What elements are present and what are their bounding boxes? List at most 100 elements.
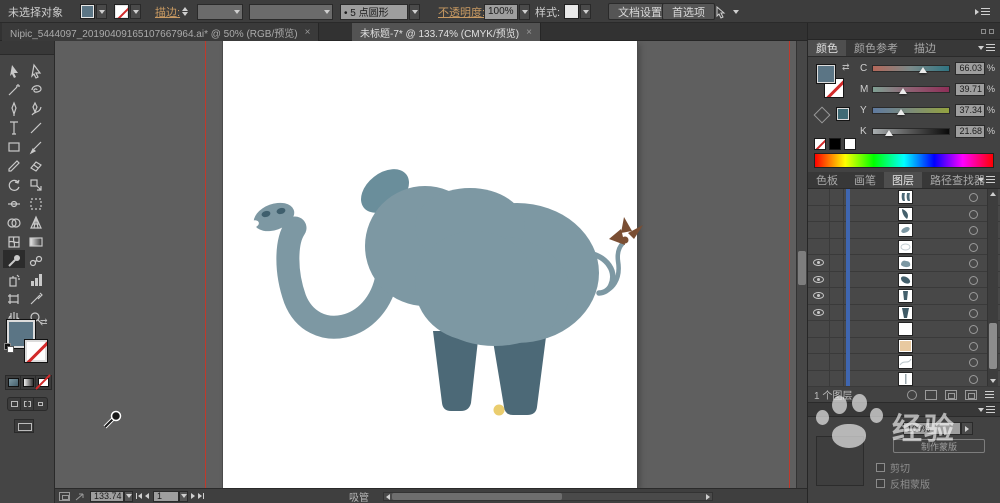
color-spectrum-bar[interactable] — [814, 153, 994, 168]
none-swatch[interactable] — [814, 138, 826, 150]
last-artboard-button[interactable] — [198, 493, 204, 499]
target-icon[interactable] — [969, 358, 978, 367]
visibility-toggle[interactable] — [808, 321, 830, 337]
zoom-level-dropdown[interactable] — [124, 490, 133, 502]
scrollbar-thumb[interactable] — [798, 251, 806, 285]
target-icon[interactable] — [969, 259, 978, 268]
fill-proxy-swatch[interactable] — [816, 64, 836, 84]
bridge-icon[interactable] — [74, 492, 86, 501]
brush-definition-select[interactable]: • 5 点圆形 — [340, 0, 420, 23]
opacity-select[interactable]: 100% — [484, 0, 530, 23]
layer-row[interactable] — [808, 354, 1000, 371]
draw-behind-button[interactable] — [21, 398, 34, 410]
cyan-slider[interactable] — [872, 64, 950, 73]
screen-mode-button[interactable] — [14, 419, 34, 433]
canvas-area[interactable] — [55, 41, 807, 488]
selection-tool[interactable] — [10, 65, 18, 78]
layer-row[interactable] — [808, 321, 1000, 338]
width-tool[interactable] — [8, 200, 20, 208]
vertical-scrollbar[interactable] — [796, 41, 807, 488]
eyedropper-tool[interactable] — [3, 250, 25, 268]
new-layer-icon[interactable] — [965, 389, 977, 400]
scroll-up-icon[interactable] — [990, 192, 996, 196]
out-of-gamut-icon[interactable] — [813, 106, 831, 124]
tab-color-guide[interactable]: 颜色参考 — [846, 40, 906, 56]
invert-mask-checkbox[interactable]: 反相蒙版 — [876, 476, 930, 491]
dock-header[interactable] — [808, 23, 1000, 40]
make-mask-icon[interactable] — [925, 389, 937, 400]
perspective-grid-tool[interactable] — [30, 215, 42, 229]
make-mask-button[interactable]: 制作蒙版 — [893, 439, 985, 453]
pencil-tool[interactable] — [8, 160, 20, 172]
panel-menu-icon[interactable] — [985, 391, 994, 398]
clip-checkbox[interactable]: 剪切 — [876, 460, 910, 475]
visibility-toggle[interactable] — [808, 255, 830, 271]
line-segment-tool[interactable] — [30, 122, 42, 134]
guide-line[interactable] — [789, 41, 790, 488]
target-icon[interactable] — [969, 226, 978, 235]
target-icon[interactable] — [969, 325, 978, 334]
scroll-left-icon[interactable] — [386, 493, 390, 500]
panel-menu[interactable] — [978, 44, 995, 51]
transparency-panel-header[interactable] — [808, 403, 1000, 417]
layer-row[interactable] — [808, 337, 1000, 354]
black-slider[interactable] — [872, 127, 950, 136]
rotate-tool[interactable] — [8, 179, 20, 191]
target-icon[interactable] — [969, 209, 978, 219]
lock-toggle[interactable] — [830, 255, 844, 271]
lock-toggle[interactable] — [830, 205, 844, 221]
tools-panel-header[interactable] — [0, 41, 54, 55]
layer-row[interactable] — [808, 205, 1000, 222]
select-similar-control[interactable] — [714, 0, 739, 23]
target-icon[interactable] — [969, 341, 978, 351]
lock-toggle[interactable] — [830, 288, 844, 304]
default-fill-stroke-icon[interactable] — [4, 343, 14, 353]
magic-wand-tool[interactable] — [8, 84, 20, 96]
shape-builder-tool[interactable] — [7, 218, 21, 228]
document-tab-inactive[interactable]: Nipic_5444097_20190409165107667964.ai* @… — [2, 23, 320, 41]
slider-handle[interactable] — [899, 87, 908, 94]
draw-inside-button[interactable] — [34, 398, 47, 410]
target-icon[interactable] — [969, 374, 978, 384]
lock-toggle[interactable] — [830, 238, 844, 254]
close-tab-icon[interactable]: × — [305, 27, 311, 38]
lock-toggle[interactable] — [830, 271, 844, 287]
lock-toggle[interactable] — [830, 321, 844, 337]
rectangle-tool[interactable] — [8, 142, 20, 152]
stroke-weight-stepper[interactable] — [182, 0, 190, 23]
paintbrush-tool[interactable] — [29, 141, 42, 155]
layer-row[interactable] — [808, 222, 1000, 239]
color-button[interactable] — [6, 376, 21, 389]
none-button[interactable] — [36, 376, 51, 389]
visibility-toggle[interactable] — [808, 288, 830, 304]
tab-stroke[interactable]: 描边 — [906, 40, 944, 56]
scroll-down-icon[interactable] — [990, 379, 996, 383]
collapse-panels-control[interactable] — [975, 0, 990, 23]
target-icon[interactable] — [969, 242, 978, 252]
black-value-field[interactable]: 21.68 — [955, 124, 985, 138]
scrollbar-thumb[interactable] — [392, 492, 562, 500]
slider-handle[interactable] — [919, 66, 928, 73]
slice-tool[interactable] — [30, 292, 43, 305]
layer-row[interactable] — [808, 238, 1000, 255]
magenta-slider[interactable] — [872, 85, 950, 94]
lasso-tool[interactable] — [31, 85, 42, 93]
lock-toggle[interactable] — [830, 354, 844, 370]
visibility-toggle[interactable] — [808, 238, 830, 254]
eraser-tool[interactable] — [30, 161, 42, 172]
preferences-button[interactable]: 首选项 — [662, 3, 715, 20]
tab-swatches[interactable]: 色板 — [808, 172, 846, 188]
visibility-toggle[interactable] — [808, 337, 830, 353]
first-artboard-button[interactable] — [136, 493, 142, 499]
yellow-value-field[interactable]: 37.34 — [955, 103, 985, 117]
visibility-toggle[interactable] — [808, 304, 830, 320]
pen-tool[interactable] — [11, 101, 17, 116]
tab-brushes[interactable]: 画笔 — [846, 172, 884, 188]
width-profile-select[interactable] — [249, 0, 333, 23]
guide-line[interactable] — [205, 41, 206, 488]
layer-row[interactable] — [808, 271, 1000, 288]
layer-row[interactable] — [808, 189, 1000, 206]
black-swatch[interactable] — [829, 138, 841, 150]
swap-fill-stroke-icon[interactable]: ⇄ — [842, 62, 850, 73]
stroke-proxy-swatch[interactable] — [24, 339, 48, 363]
